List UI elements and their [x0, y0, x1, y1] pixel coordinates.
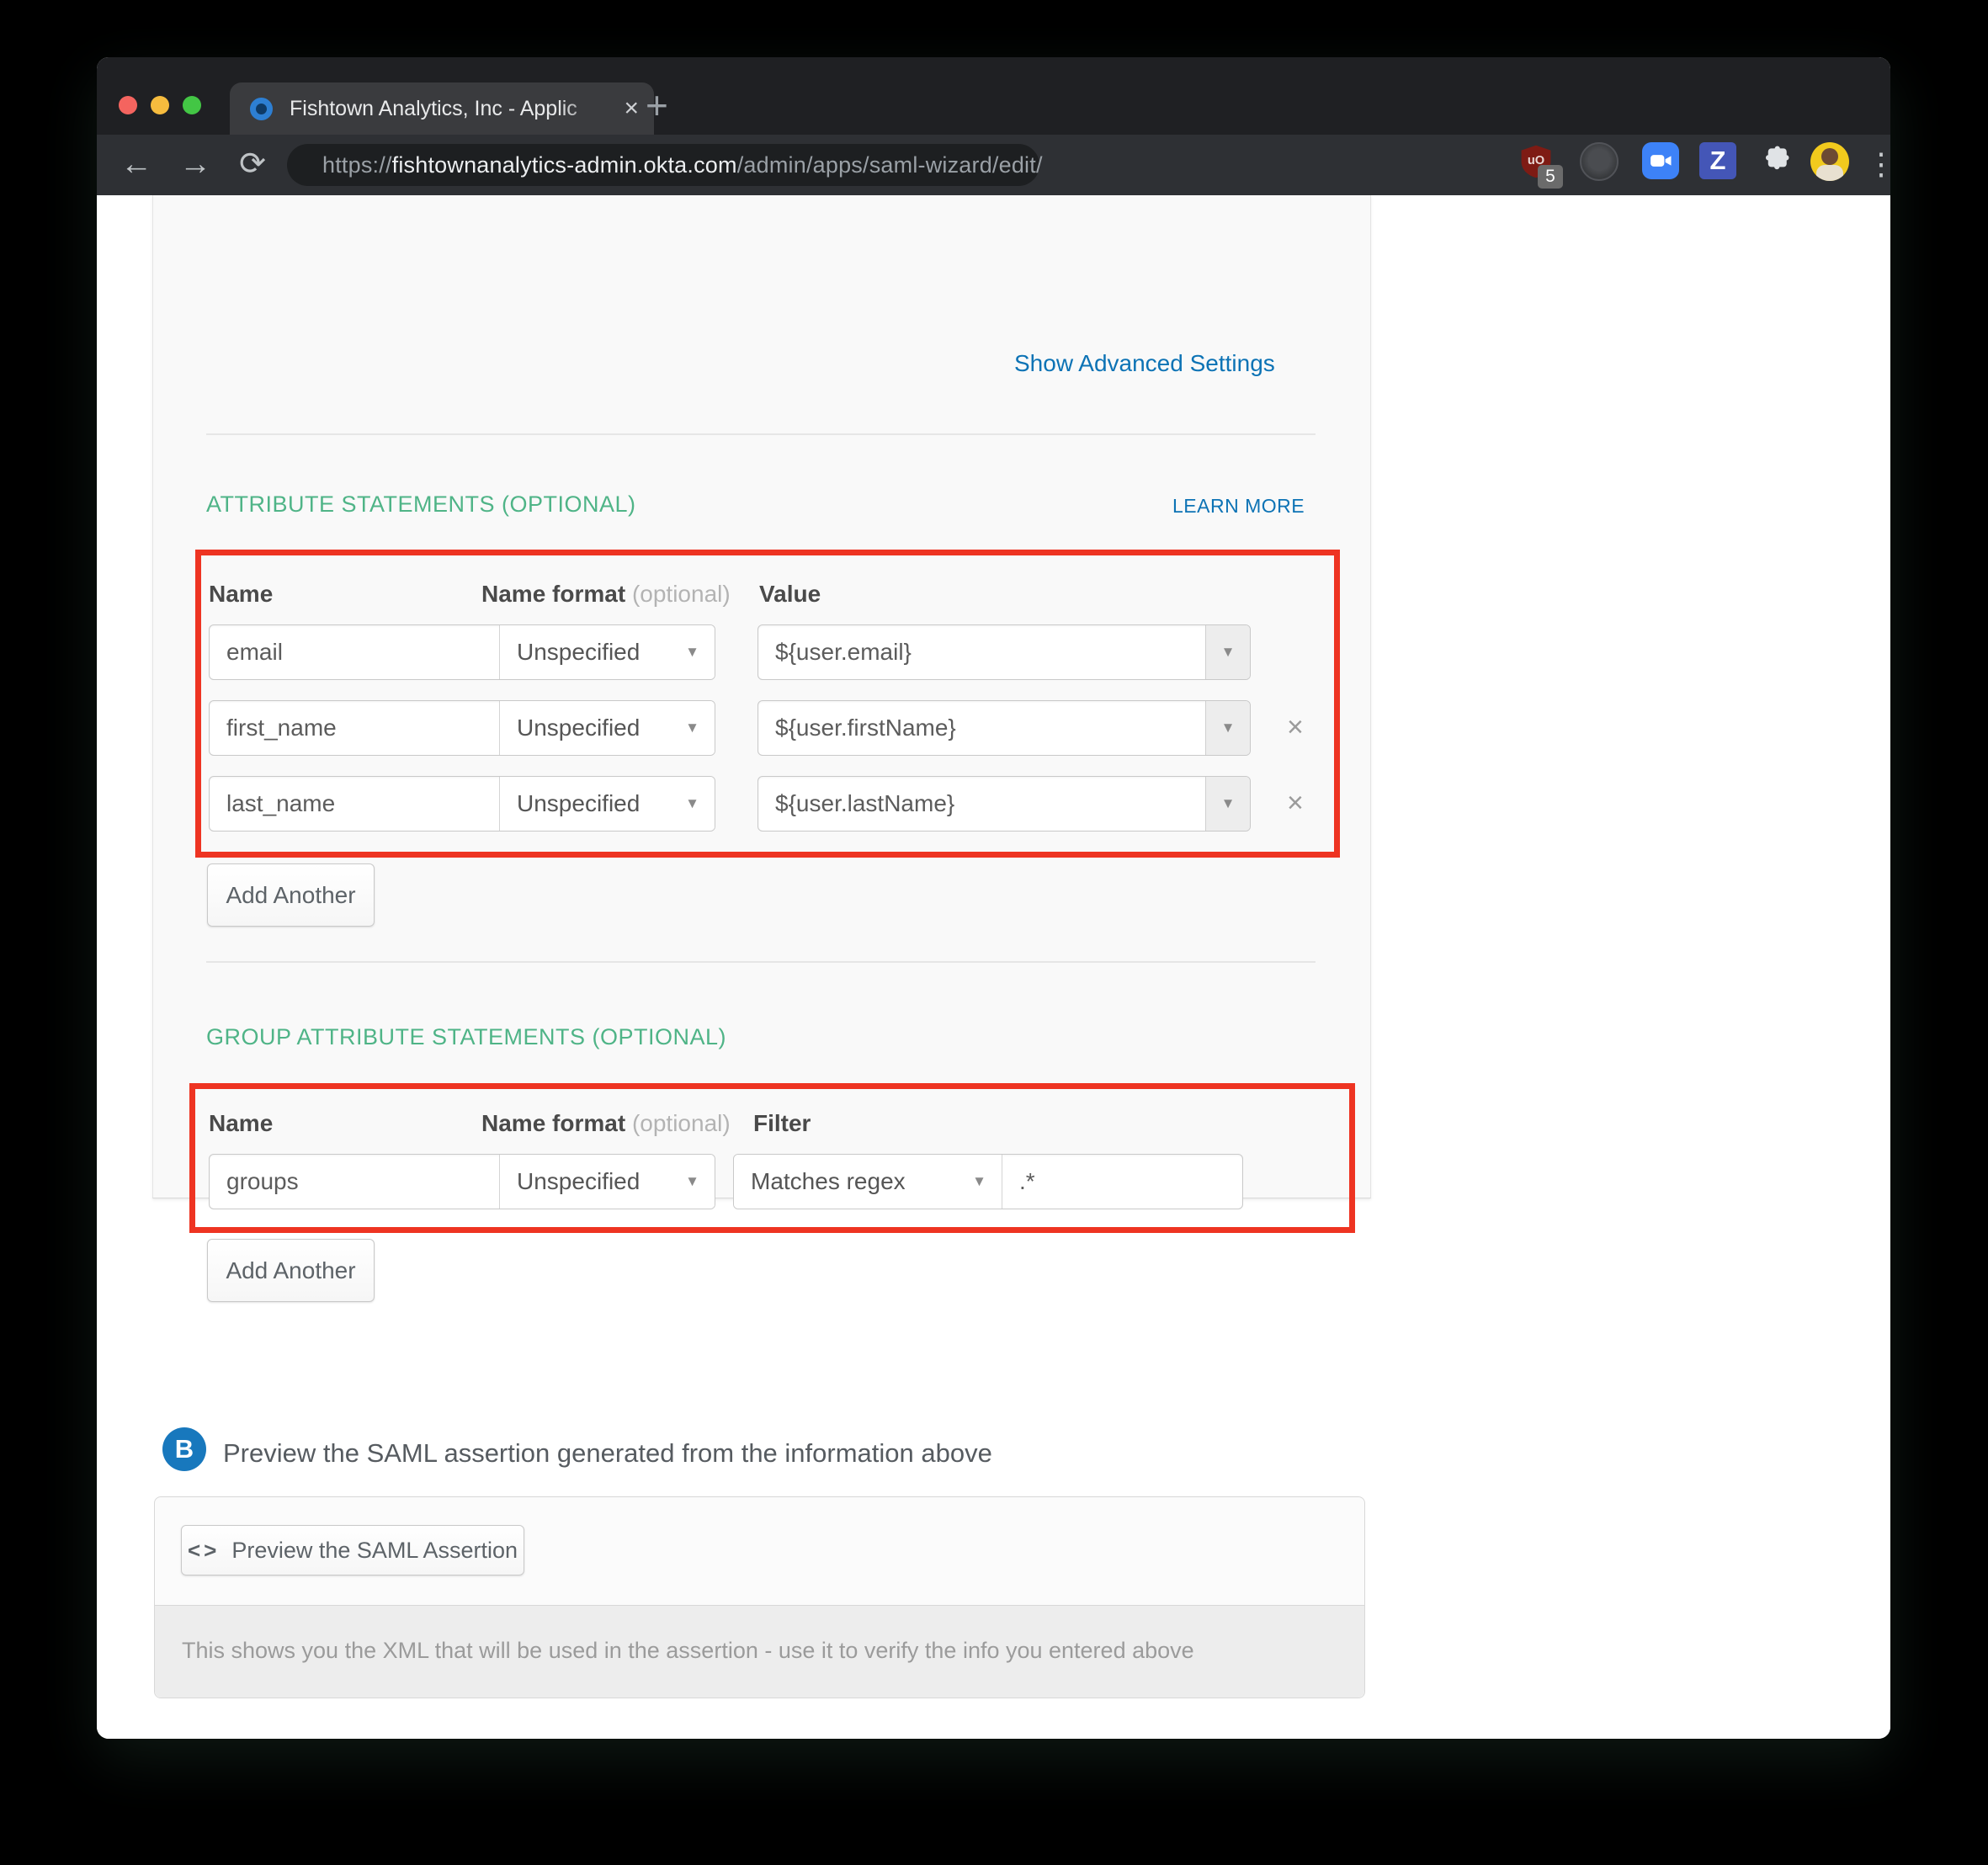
tab-title: Fishtown Analytics, Inc - Applic	[290, 97, 617, 121]
address-bar[interactable]: https://fishtownanalytics-admin.okta.com…	[287, 144, 1039, 186]
browser-toolbar: ← → ⟳ https://fishtownanalytics-admin.ok…	[97, 135, 1890, 196]
column-header-name: Name	[209, 1110, 273, 1137]
delete-row-icon[interactable]: ×	[1287, 713, 1304, 741]
divider	[206, 961, 1316, 963]
attr-value-input[interactable]	[758, 777, 1205, 831]
new-tab-button[interactable]: +	[646, 86, 668, 125]
attribute-row: Unspecified ▼	[209, 624, 715, 680]
password-extension-icon[interactable]	[1580, 142, 1619, 181]
avatar-body	[1816, 165, 1843, 181]
ublock-extension-icon[interactable]: uO 5	[1518, 142, 1555, 185]
attribute-row: Unspecified ▼	[209, 776, 715, 832]
chevron-down-icon: ▼	[685, 644, 699, 661]
delete-row-icon[interactable]: ×	[1287, 789, 1304, 817]
preview-note-footer: This shows you the XML that will be used…	[155, 1605, 1364, 1698]
chevron-down-icon: ▼	[685, 1173, 699, 1190]
attribute-row: Unspecified ▼	[209, 700, 715, 756]
learn-more-link[interactable]: LEARN MORE	[1172, 495, 1305, 518]
extensions-puzzle-icon[interactable]	[1757, 143, 1794, 184]
value-dropdown-button[interactable]: ▼	[1205, 777, 1250, 831]
code-brackets-icon: <>	[188, 1538, 220, 1564]
attribute-row-value: ▼	[757, 624, 1251, 680]
close-window-button[interactable]	[119, 96, 137, 114]
zoom-extension-icon[interactable]	[1642, 142, 1679, 179]
column-header-name: Name	[209, 581, 273, 608]
attribute-row-value: ▼	[757, 776, 1251, 832]
z-extension-icon[interactable]: Z	[1699, 142, 1736, 179]
browser-window: Fishtown Analytics, Inc - Applic × + ← →…	[97, 57, 1890, 1739]
forward-icon[interactable]: →	[174, 143, 216, 185]
attr-name-format-select[interactable]: Unspecified ▼	[499, 777, 715, 831]
attribute-row-value: ▼	[757, 700, 1251, 756]
preview-note-text: This shows you the XML that will be used…	[182, 1638, 1194, 1664]
chevron-down-icon: ▼	[972, 1173, 986, 1190]
preview-section-heading: Preview the SAML assertion generated fro…	[223, 1438, 992, 1469]
column-header-name-format: Name format (optional)	[481, 581, 731, 608]
zoom-window-button[interactable]	[183, 96, 201, 114]
attr-name-input[interactable]	[210, 625, 499, 679]
attr-name-format-select[interactable]: Unspecified ▼	[499, 625, 715, 679]
browser-tab[interactable]: Fishtown Analytics, Inc - Applic ×	[230, 82, 654, 135]
chevron-down-icon: ▼	[1221, 644, 1236, 661]
ublock-badge: 5	[1538, 165, 1563, 189]
show-advanced-settings-link[interactable]: Show Advanced Settings	[1014, 350, 1275, 377]
group-attribute-statements-title: GROUP ATTRIBUTE STATEMENTS (OPTIONAL)	[206, 1024, 726, 1050]
filter-type-select[interactable]: Matches regex ▼	[734, 1155, 1002, 1209]
value-dropdown-button[interactable]: ▼	[1205, 701, 1250, 755]
add-another-button[interactable]: Add Another	[207, 1239, 375, 1302]
value-dropdown-button[interactable]: ▼	[1205, 625, 1250, 679]
column-header-filter: Filter	[753, 1110, 811, 1137]
chevron-down-icon: ▼	[1221, 795, 1236, 812]
step-b-badge: B	[162, 1427, 206, 1471]
chevron-down-icon: ▼	[685, 720, 699, 736]
chevron-down-icon: ▼	[1221, 720, 1236, 736]
group-name-input[interactable]	[210, 1155, 499, 1209]
chevron-down-icon: ▼	[685, 795, 699, 812]
tab-strip: Fishtown Analytics, Inc - Applic × +	[97, 57, 1890, 135]
filter-value-input[interactable]	[1002, 1155, 1242, 1209]
attr-value-input[interactable]	[758, 701, 1205, 755]
page-content: Show Advanced Settings ATTRIBUTE STATEME…	[97, 195, 1890, 1739]
group-filter-row: Matches regex ▼	[733, 1154, 1243, 1209]
attr-name-input[interactable]	[210, 777, 499, 831]
okta-favicon-icon	[250, 98, 273, 120]
close-tab-icon[interactable]: ×	[624, 96, 639, 121]
attr-name-format-select[interactable]: Unspecified ▼	[499, 701, 715, 755]
profile-avatar[interactable]	[1810, 142, 1849, 181]
video-camera-icon	[1648, 148, 1673, 173]
minimize-window-button[interactable]	[151, 96, 169, 114]
attribute-statements-title: ATTRIBUTE STATEMENTS (OPTIONAL)	[206, 491, 636, 518]
url-text: https://fishtownanalytics-admin.okta.com…	[322, 152, 1043, 178]
attr-name-input[interactable]	[210, 701, 499, 755]
browser-menu-icon[interactable]: ⋮	[1866, 145, 1890, 183]
group-name-format-select[interactable]: Unspecified ▼	[499, 1155, 715, 1209]
add-another-button[interactable]: Add Another	[207, 863, 375, 927]
column-header-value: Value	[759, 581, 821, 608]
avatar-head	[1821, 148, 1838, 165]
group-attribute-row: Unspecified ▼	[209, 1154, 715, 1209]
divider	[206, 433, 1316, 435]
attr-value-input[interactable]	[758, 625, 1205, 679]
back-icon[interactable]: ←	[115, 143, 157, 185]
column-header-name-format: Name format (optional)	[481, 1110, 731, 1137]
preview-saml-assertion-button[interactable]: <> Preview the SAML Assertion	[181, 1525, 524, 1575]
reload-icon[interactable]: ⟳	[231, 143, 274, 185]
